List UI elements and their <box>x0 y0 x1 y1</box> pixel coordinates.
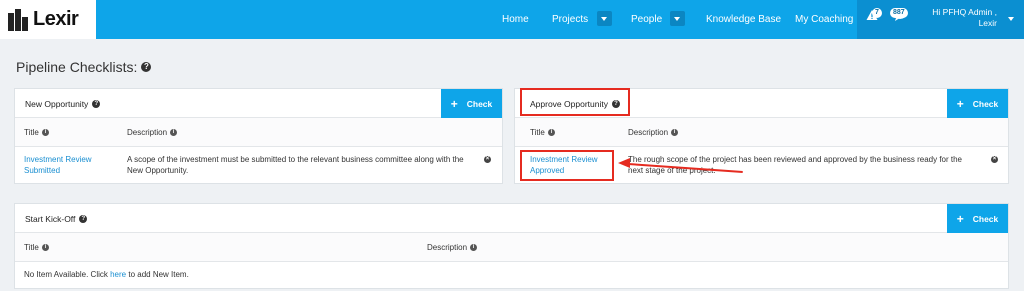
messages-count-badge: 887 <box>890 8 908 18</box>
nav-people[interactable]: People <box>631 0 662 39</box>
card-title: Start Kick-Off ? <box>25 214 88 224</box>
checklist-card-start-kick-off: Start Kick-Off ? + Check Title i Descrip… <box>14 203 1009 289</box>
column-header-description: Description i <box>628 128 679 137</box>
user-menu-chevron-icon[interactable] <box>1004 11 1019 26</box>
empty-state-message: No Item Available. Click here to add New… <box>24 270 189 279</box>
nav-my-coaching[interactable]: My Coaching <box>795 0 853 39</box>
user-greeting[interactable]: Hi PFHQ Admin , Lexir <box>927 7 997 29</box>
user-company: Lexir <box>978 18 997 28</box>
column-header-title-label: Title <box>24 243 39 252</box>
info-circle-icon[interactable]: i <box>41 244 49 251</box>
info-circle-icon[interactable]: i <box>671 129 679 136</box>
projects-dropdown-chevron-icon[interactable] <box>597 11 612 26</box>
column-header-title-label: Title <box>530 128 545 137</box>
info-circle-icon[interactable]: i <box>170 129 178 136</box>
nav-home[interactable]: Home <box>502 0 529 39</box>
column-header-description: Description i <box>427 243 478 252</box>
checklist-card-new-opportunity: New Opportunity ? + Check Title i Descri… <box>14 88 503 184</box>
alerts-count-badge: 7 <box>872 8 882 18</box>
info-circle-icon[interactable]: i <box>41 129 49 136</box>
plus-icon: + <box>956 96 964 111</box>
card-title-text: Start Kick-Off <box>25 214 76 224</box>
column-header-title-label: Title <box>24 128 39 137</box>
column-header-title: Title i <box>530 128 555 137</box>
top-navbar: Lexir Home Projects People Knowledge Bas… <box>0 0 1024 39</box>
remove-close-circle-icon[interactable]: × <box>991 156 998 163</box>
nav-knowledge-base[interactable]: Knowledge Base <box>706 0 781 39</box>
card-title: New Opportunity ? <box>25 99 101 109</box>
add-new-item-link[interactable]: here <box>110 270 126 279</box>
empty-state-prefix: No Item Available. Click <box>24 270 111 279</box>
plus-icon: + <box>450 96 458 111</box>
brand-logo[interactable]: Lexir <box>0 0 96 39</box>
people-dropdown-chevron-icon[interactable] <box>670 11 685 26</box>
help-question-circle-icon[interactable]: ? <box>79 215 88 223</box>
nav-projects[interactable]: Projects <box>552 0 588 39</box>
page-title: Pipeline Checklists: ? <box>16 59 152 75</box>
user-greeting-line: Hi PFHQ Admin , <box>932 7 997 17</box>
empty-state-suffix: to add New Item. <box>126 270 189 279</box>
info-circle-icon[interactable]: i <box>547 129 555 136</box>
table-header: Title i Description i <box>15 118 502 147</box>
checklist-item-title-link[interactable]: Investment Review Submitted <box>24 154 114 176</box>
add-check-label: Check <box>972 98 999 109</box>
column-header-description-label: Description <box>127 128 168 137</box>
table-header: Title i Description i <box>15 233 1008 262</box>
table-header: Title i Description i <box>515 118 1008 147</box>
add-check-button[interactable]: + Check <box>441 89 502 118</box>
brand-name: Lexir <box>33 8 79 30</box>
annotation-arrow-head <box>618 158 630 168</box>
plus-icon: + <box>956 211 964 226</box>
card-header: New Opportunity ? + Check <box>15 89 502 118</box>
add-check-label: Check <box>972 213 999 224</box>
card-title-text: New Opportunity <box>25 99 89 109</box>
help-question-circle-icon[interactable]: ? <box>92 100 101 108</box>
column-header-title: Title i <box>24 243 49 252</box>
page-title-text: Pipeline Checklists: <box>16 59 138 75</box>
logo-buildings-icon <box>8 8 30 31</box>
add-check-button[interactable]: + Check <box>947 89 1008 118</box>
add-check-button[interactable]: + Check <box>947 204 1008 233</box>
help-question-circle-icon[interactable]: ? <box>141 62 152 72</box>
annotation-highlight-box <box>520 88 630 116</box>
remove-close-circle-icon[interactable]: × <box>484 156 491 163</box>
checklist-item-description: The rough scope of the project has been … <box>628 155 962 175</box>
checklist-item-description: A scope of the investment must be submit… <box>127 155 464 175</box>
column-header-description: Description i <box>127 128 178 137</box>
column-header-title: Title i <box>24 128 49 137</box>
info-circle-icon[interactable]: i <box>470 244 478 251</box>
add-check-label: Check <box>466 98 493 109</box>
annotation-highlight-box <box>520 150 614 181</box>
card-header: Start Kick-Off ? + Check <box>15 204 1008 233</box>
column-header-description-label: Description <box>427 243 468 252</box>
column-header-description-label: Description <box>628 128 669 137</box>
